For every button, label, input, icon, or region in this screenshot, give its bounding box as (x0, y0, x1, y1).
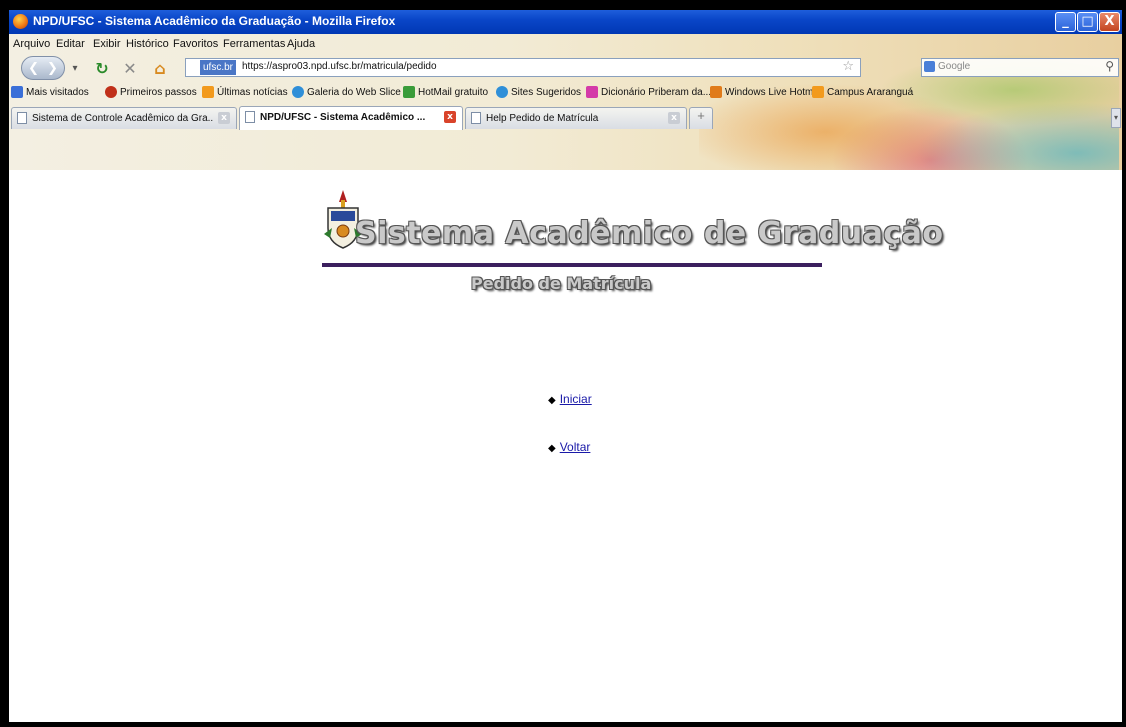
navigation-toolbar: ❮ ❯ ▾ ↻ ✕ ⌂ ufsc.br https://aspro03.npd.… (9, 54, 1122, 82)
forward-arrow-icon[interactable]: ❯ (47, 61, 58, 76)
tab-strip: Sistema de Controle Acadêmico da Gra... … (9, 106, 1122, 130)
reload-icon[interactable]: ↻ (91, 56, 113, 80)
menu-arquivo[interactable]: Arquivo (13, 38, 50, 50)
tab-npd-ufsc[interactable]: NPD/UFSC - Sistema Acadêmico ... x (239, 106, 463, 130)
close-tab-icon[interactable]: x (668, 112, 680, 124)
bookmark-hotmail-gratuito[interactable]: HotMail gratuito (403, 86, 488, 98)
search-icon[interactable]: ⚲ (1105, 59, 1114, 73)
page-content: Sistema Acadêmico de Graduação Pedido de… (9, 170, 1122, 722)
rss-icon (202, 86, 214, 98)
page-icon (471, 112, 481, 124)
iniciar-link[interactable]: Iniciar (560, 392, 592, 406)
msn-icon (403, 86, 415, 98)
new-tab-button[interactable]: + (689, 107, 713, 129)
firefox-icon (13, 14, 28, 29)
voltar-row: ◆ Voltar (548, 440, 590, 454)
bookmark-campus-ararangua[interactable]: Campus Araranguá (812, 86, 913, 98)
bookmark-sites-sugeridos[interactable]: Sites Sugeridos (496, 86, 581, 98)
menu-editar[interactable]: Editar (56, 38, 85, 50)
bookmark-dicionario-priberam[interactable]: Dicionário Priberam da... (586, 86, 711, 98)
browser-window: NPD/UFSC - Sistema Acadêmico da Graduaçã… (9, 10, 1122, 722)
back-arrow-icon[interactable]: ❮ (28, 61, 39, 76)
tab-sistema-controle[interactable]: Sistema de Controle Acadêmico da Gra... … (11, 107, 237, 129)
menu-ferramentas[interactable]: Ferramentas (223, 38, 285, 50)
google-engine-icon[interactable] (924, 61, 935, 72)
site-identity-button[interactable]: ufsc.br (200, 60, 237, 75)
menu-exibir[interactable]: Exibir (93, 38, 121, 50)
heading-divider (322, 263, 822, 267)
menu-ajuda[interactable]: Ajuda (287, 38, 315, 50)
history-dropdown-icon[interactable]: ▾ (69, 56, 81, 80)
flip-icon (586, 86, 598, 98)
bookmark-windows-live-hotmail[interactable]: Windows Live Hotmail (710, 86, 823, 98)
browser-chrome: Arquivo Editar Exibir Histórico Favorito… (9, 34, 1122, 174)
back-forward-button[interactable]: ❮ ❯ (21, 56, 65, 80)
star-icon (11, 86, 23, 98)
minimize-button[interactable]: _ (1055, 12, 1076, 32)
menu-favoritos[interactable]: Favoritos (173, 38, 218, 50)
page-icon (245, 111, 255, 123)
bookmark-ultimas-noticias[interactable]: Últimas notícias (202, 86, 288, 98)
bookmark-galeria-web-slice[interactable]: Galeria do Web Slice (292, 86, 401, 98)
home-icon[interactable]: ⌂ (149, 56, 171, 80)
close-button[interactable]: X (1099, 12, 1120, 32)
rss-icon (812, 86, 824, 98)
stop-icon[interactable]: ✕ (119, 56, 141, 80)
diamond-bullet-icon: ◆ (548, 443, 556, 454)
title-bar: NPD/UFSC - Sistema Acadêmico da Graduaçã… (9, 10, 1122, 34)
diamond-bullet-icon: ◆ (548, 395, 556, 406)
firefox-icon (105, 86, 117, 98)
voltar-link[interactable]: Voltar (560, 440, 591, 454)
page-icon (17, 112, 27, 124)
window-title: NPD/UFSC - Sistema Acadêmico da Graduaçã… (33, 14, 396, 28)
tab-list-dropdown-icon[interactable]: ▾ (1111, 108, 1121, 128)
bookmark-mais-visitados[interactable]: Mais visitados (11, 86, 89, 98)
url-text[interactable]: https://aspro03.npd.ufsc.br/matricula/pe… (242, 61, 437, 72)
close-tab-icon[interactable]: x (218, 112, 230, 124)
ie-icon (496, 86, 508, 98)
bookmarks-toolbar: Mais visitados Primeiros passos Últimas … (9, 82, 1122, 104)
mail-icon (710, 86, 722, 98)
page-heading: Sistema Acadêmico de Graduação (355, 216, 944, 251)
bookmark-primeiros-passos[interactable]: Primeiros passos (105, 86, 197, 98)
close-tab-icon[interactable]: x (444, 111, 456, 123)
menu-historico[interactable]: Histórico (126, 38, 169, 50)
url-bar[interactable]: ufsc.br https://aspro03.npd.ufsc.br/matr… (185, 58, 861, 77)
bookmark-star-icon[interactable]: ☆ (842, 59, 854, 74)
page-subheading: Pedido de Matrícula (471, 274, 652, 293)
iniciar-row: ◆ Iniciar (548, 392, 592, 406)
maximize-button[interactable]: □ (1077, 12, 1098, 32)
search-placeholder: Google (938, 61, 971, 72)
ie-icon (292, 86, 304, 98)
search-box[interactable]: Google ⚲ (921, 58, 1119, 77)
tab-help-pedido[interactable]: Help Pedido de Matrícula x (465, 107, 687, 129)
